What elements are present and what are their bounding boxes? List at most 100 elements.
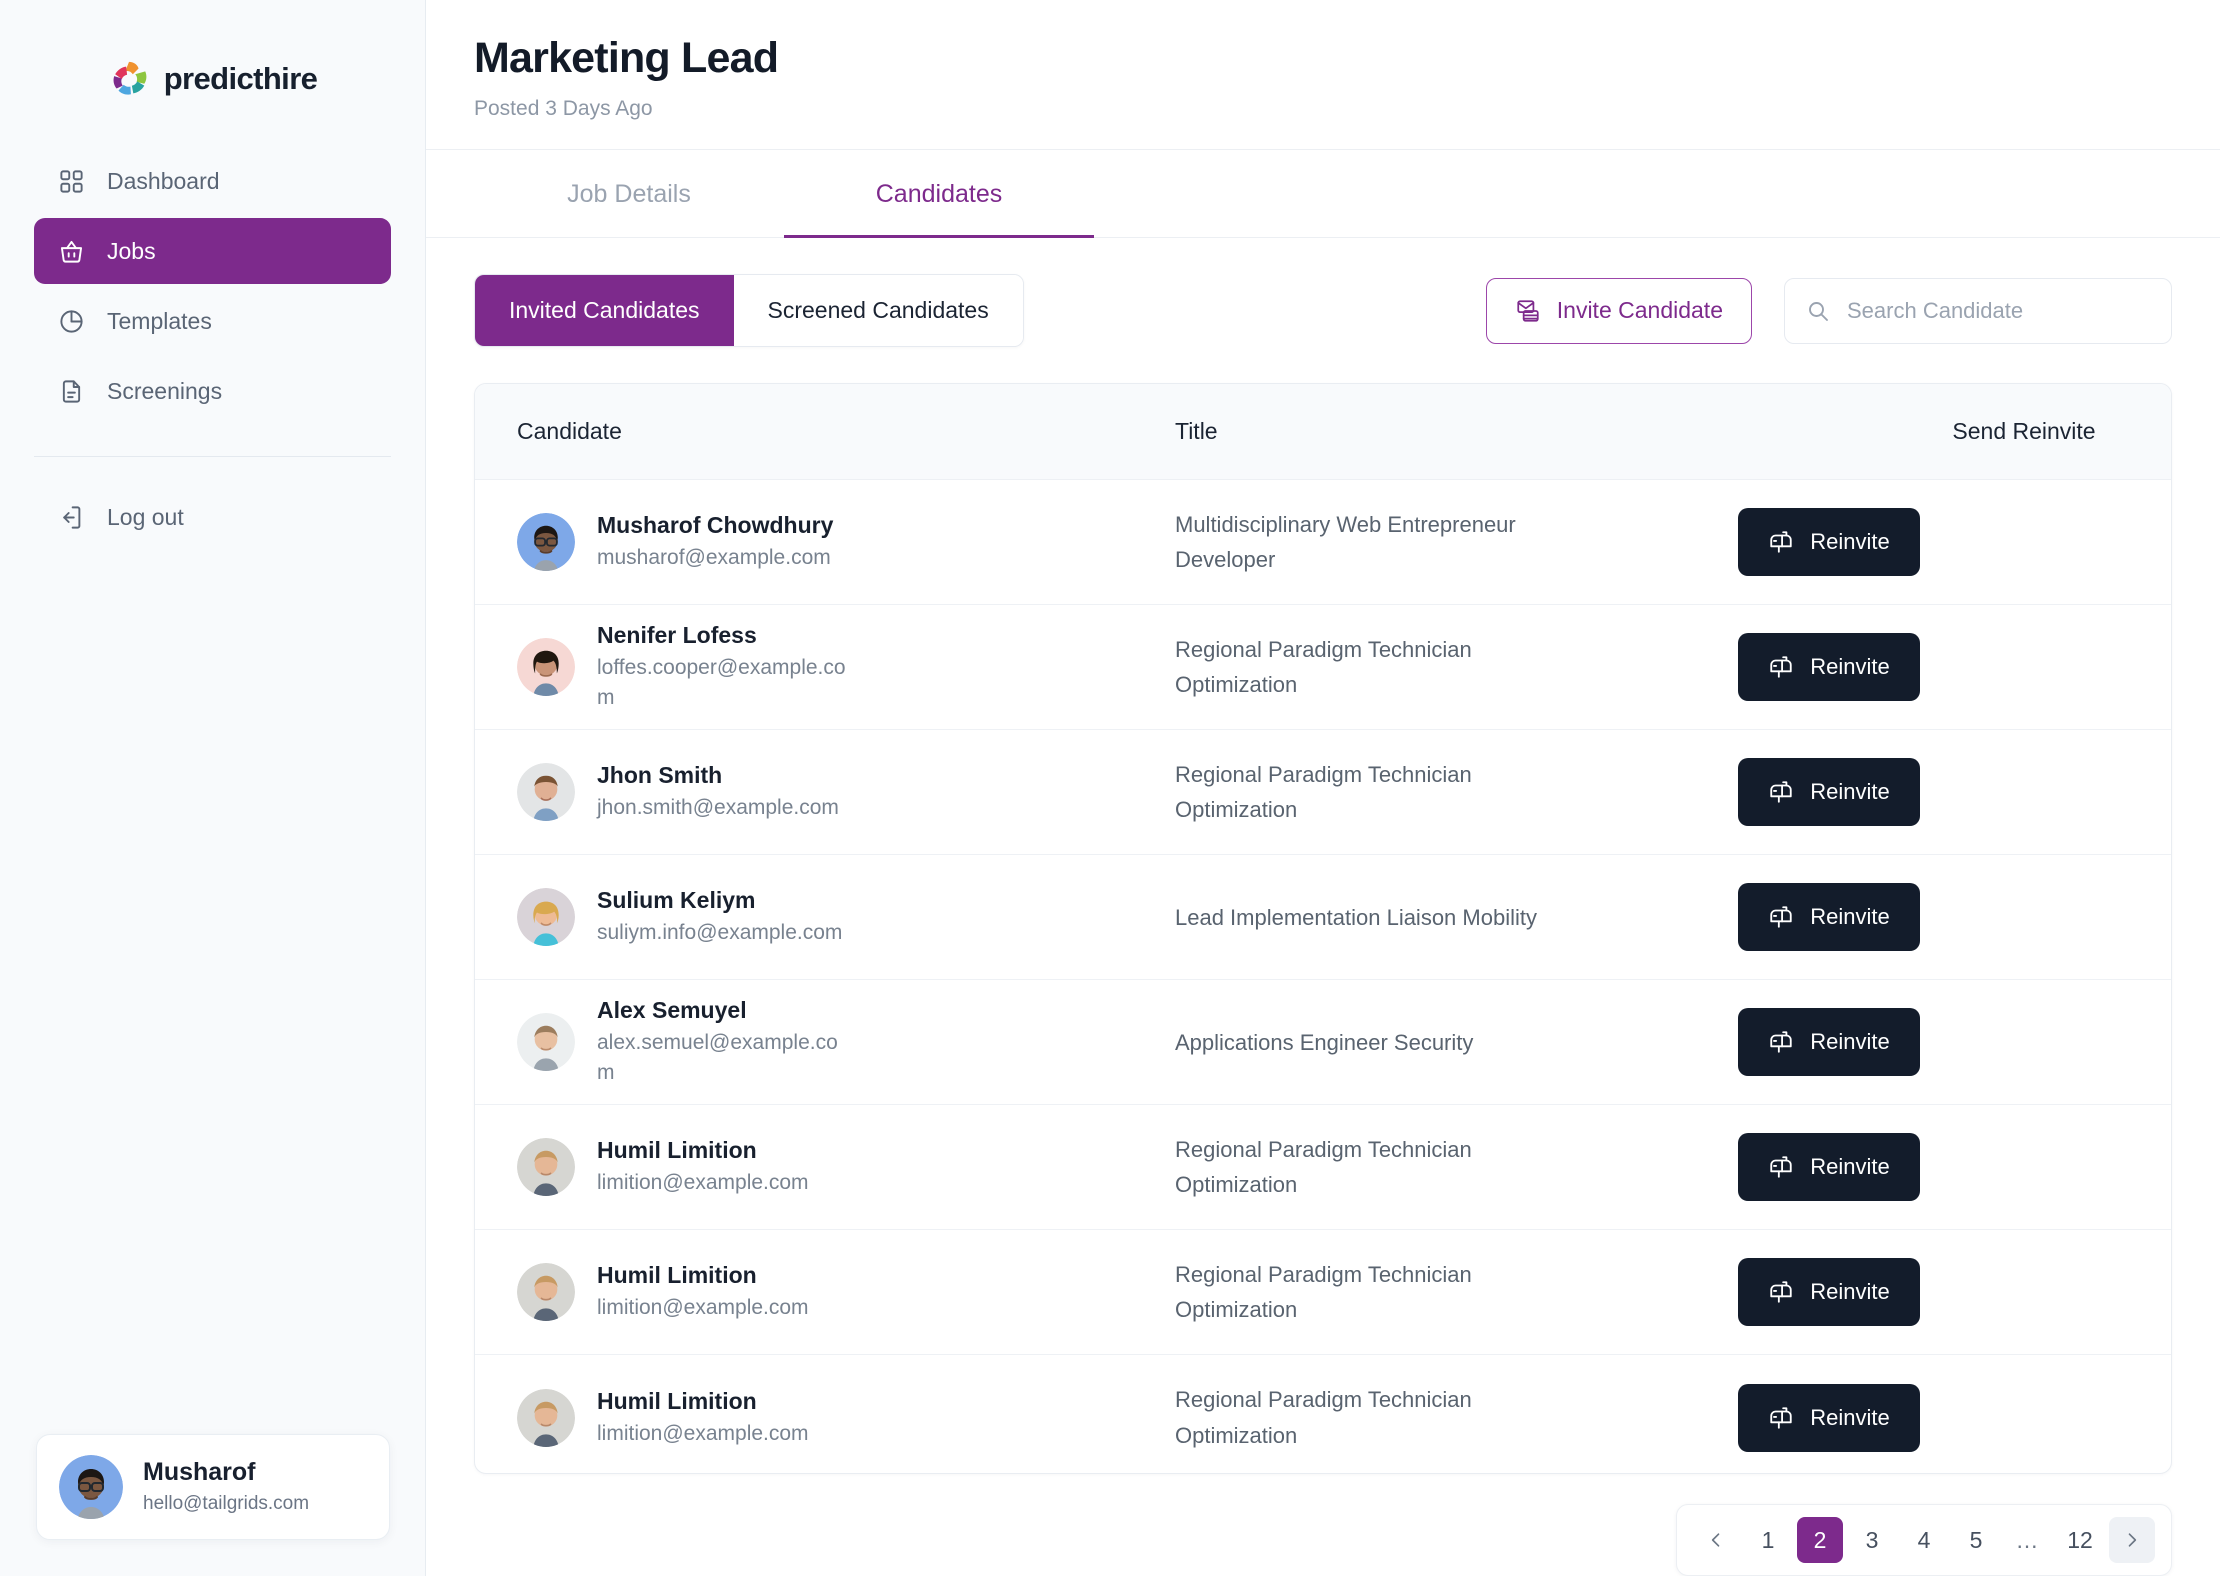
reinvite-label: Reinvite bbox=[1810, 779, 1890, 805]
pagination-page-4[interactable]: 4 bbox=[1901, 1517, 1947, 1563]
invite-candidate-button[interactable]: Invite Candidate bbox=[1485, 277, 1752, 344]
mailbox-icon bbox=[1768, 654, 1794, 680]
reinvite-label: Reinvite bbox=[1810, 1404, 1890, 1430]
mailbox-icon bbox=[1768, 1154, 1794, 1180]
avatar bbox=[517, 888, 575, 947]
mailbox-icon bbox=[1768, 1279, 1794, 1305]
table-row: Humil Limition limition@example.com Regi… bbox=[475, 1105, 2171, 1231]
reinvite-button[interactable]: Reinvite bbox=[1738, 1008, 1920, 1077]
candidate-email: limition@example.com bbox=[597, 1296, 809, 1320]
sidebar-item-templates[interactable]: Templates bbox=[34, 288, 391, 354]
candidate-title: Multidisciplinary Web Entrepreneur Devel… bbox=[1175, 511, 1516, 573]
reinvite-button[interactable]: Reinvite bbox=[1738, 883, 1920, 952]
sidebar-nav: Dashboard Jobs Templates Screenings bbox=[0, 148, 425, 428]
action-cell: Reinvite bbox=[1545, 883, 2171, 952]
candidate-cell: Sulium Keliym suliym.info@example.com bbox=[475, 886, 1175, 948]
table-row: Humil Limition limition@example.com Regi… bbox=[475, 1355, 2171, 1473]
reinvite-button[interactable]: Reinvite bbox=[1738, 1133, 1920, 1202]
logout-button[interactable]: Log out bbox=[34, 487, 391, 547]
avatar bbox=[517, 1263, 575, 1322]
invite-envelope-icon bbox=[1515, 298, 1541, 324]
candidate-title: Lead Implementation Liaison Mobility bbox=[1175, 904, 1537, 930]
pagination-prev-button[interactable] bbox=[1693, 1517, 1739, 1563]
search-input[interactable] bbox=[1784, 277, 2172, 344]
table-row: Alex Semuyel alex.semuel@example.com App… bbox=[475, 980, 2171, 1106]
candidate-name: Alex Semuyel bbox=[597, 997, 747, 1024]
avatar bbox=[517, 763, 575, 822]
table-row: Humil Limition limition@example.com Regi… bbox=[475, 1230, 2171, 1356]
column-header-candidate: Candidate bbox=[517, 418, 622, 445]
chevron-left-icon bbox=[1706, 1530, 1726, 1550]
candidate-email: alex.semuel@example.com bbox=[597, 1030, 838, 1085]
tab-candidates[interactable]: Candidates bbox=[784, 150, 1094, 239]
candidate-title: Regional Paradigm Technician Optimizatio… bbox=[1175, 1387, 1472, 1448]
table-row: Musharof Chowdhury musharof@example.com … bbox=[475, 480, 2171, 606]
sidebar-item-label: Screenings bbox=[107, 377, 223, 404]
candidate-title: Regional Paradigm Technician Optimizatio… bbox=[1175, 761, 1472, 823]
sidebar-item-jobs[interactable]: Jobs bbox=[34, 218, 391, 284]
candidate-name: Nenifer Lofess bbox=[597, 622, 757, 649]
pagination-next-button[interactable] bbox=[2109, 1517, 2155, 1563]
reinvite-button[interactable]: Reinvite bbox=[1738, 1383, 1920, 1452]
action-cell: Reinvite bbox=[1545, 1383, 2171, 1452]
sidebar-user-card[interactable]: Musharof hello@tailgrids.com bbox=[36, 1434, 390, 1540]
candidate-cell: Humil Limition limition@example.com bbox=[475, 1261, 1175, 1323]
candidate-name: Musharof Chowdhury bbox=[597, 512, 834, 539]
table-header-row: Candidate Title Send Reinvite bbox=[475, 384, 2171, 481]
candidate-cell: Jhon Smith jhon.smith@example.com bbox=[475, 761, 1175, 823]
brand-name: predicthire bbox=[163, 61, 318, 96]
filter-invited-candidates[interactable]: Invited Candidates bbox=[475, 275, 734, 347]
reinvite-button[interactable]: Reinvite bbox=[1738, 508, 1920, 577]
sidebar: predicthire Dashboard Jobs Templates Scr… bbox=[0, 0, 426, 1576]
page-title: Marketing Lead bbox=[474, 34, 779, 82]
mailbox-icon bbox=[1768, 1405, 1794, 1431]
pagination-page-2[interactable]: 2 bbox=[1797, 1517, 1843, 1563]
table-row: Jhon Smith jhon.smith@example.com Region… bbox=[475, 730, 2171, 856]
column-header-title: Title bbox=[1175, 418, 1218, 445]
filter-screened-candidates[interactable]: Screened Candidates bbox=[733, 275, 1023, 347]
action-cell: Reinvite bbox=[1545, 1258, 2171, 1327]
pagination-page-5[interactable]: 5 bbox=[1953, 1517, 1999, 1563]
reinvite-button[interactable]: Reinvite bbox=[1738, 1258, 1920, 1327]
reinvite-label: Reinvite bbox=[1810, 529, 1890, 555]
pagination-page-1[interactable]: 1 bbox=[1745, 1517, 1791, 1563]
candidate-name: Sulium Keliym bbox=[597, 887, 756, 914]
table-row: Sulium Keliym suliym.info@example.com Le… bbox=[475, 855, 2171, 981]
candidate-title: Regional Paradigm Technician Optimizatio… bbox=[1175, 1136, 1472, 1198]
chevron-right-icon bbox=[2122, 1530, 2142, 1550]
candidate-cell: Humil Limition limition@example.com bbox=[475, 1136, 1175, 1198]
pagination-wrapper: 1 2 3 4 5 … 12 bbox=[426, 1474, 2220, 1576]
reinvite-button[interactable]: Reinvite bbox=[1738, 758, 1920, 827]
invite-candidate-label: Invite Candidate bbox=[1556, 297, 1723, 324]
action-cell: Reinvite bbox=[1545, 1133, 2171, 1202]
candidate-email: limition@example.com bbox=[597, 1421, 809, 1445]
candidates-table: Candidate Title Send Reinvite Musharof C… bbox=[474, 383, 2172, 1474]
sidebar-item-dashboard[interactable]: Dashboard bbox=[34, 148, 391, 214]
candidate-cell: Musharof Chowdhury musharof@example.com bbox=[475, 511, 1175, 573]
action-cell: Reinvite bbox=[1545, 1008, 2171, 1077]
tab-job-details[interactable]: Job Details bbox=[474, 150, 784, 238]
logout-label: Log out bbox=[107, 503, 184, 530]
sidebar-user-name: Musharof bbox=[143, 1457, 256, 1486]
reinvite-label: Reinvite bbox=[1810, 1279, 1890, 1305]
candidate-cell: Alex Semuyel alex.semuel@example.com bbox=[475, 996, 1175, 1089]
brand-logo[interactable]: predicthire bbox=[0, 58, 425, 100]
reinvite-label: Reinvite bbox=[1810, 654, 1890, 680]
candidates-toolbar: Invited Candidates Screened Candidates I… bbox=[426, 238, 2220, 348]
action-cell: Reinvite bbox=[1545, 508, 2171, 577]
reinvite-label: Reinvite bbox=[1810, 1154, 1890, 1180]
mailbox-icon bbox=[1768, 1029, 1794, 1055]
avatar bbox=[517, 1138, 575, 1197]
search-candidate-wrapper bbox=[1784, 277, 2172, 344]
action-cell: Reinvite bbox=[1545, 758, 2171, 827]
sidebar-divider bbox=[34, 456, 391, 457]
pagination: 1 2 3 4 5 … 12 bbox=[1676, 1504, 2172, 1576]
sidebar-item-screenings[interactable]: Screenings bbox=[34, 358, 391, 424]
candidate-cell: Humil Limition limition@example.com bbox=[475, 1387, 1175, 1449]
pagination-page-12[interactable]: 12 bbox=[2057, 1517, 2103, 1563]
sidebar-item-label: Dashboard bbox=[107, 167, 220, 194]
pagination-page-3[interactable]: 3 bbox=[1849, 1517, 1895, 1563]
reinvite-button[interactable]: Reinvite bbox=[1738, 633, 1920, 702]
table-row: Nenifer Lofess loffes.cooper@example.com… bbox=[475, 605, 2171, 731]
document-icon bbox=[58, 378, 85, 405]
